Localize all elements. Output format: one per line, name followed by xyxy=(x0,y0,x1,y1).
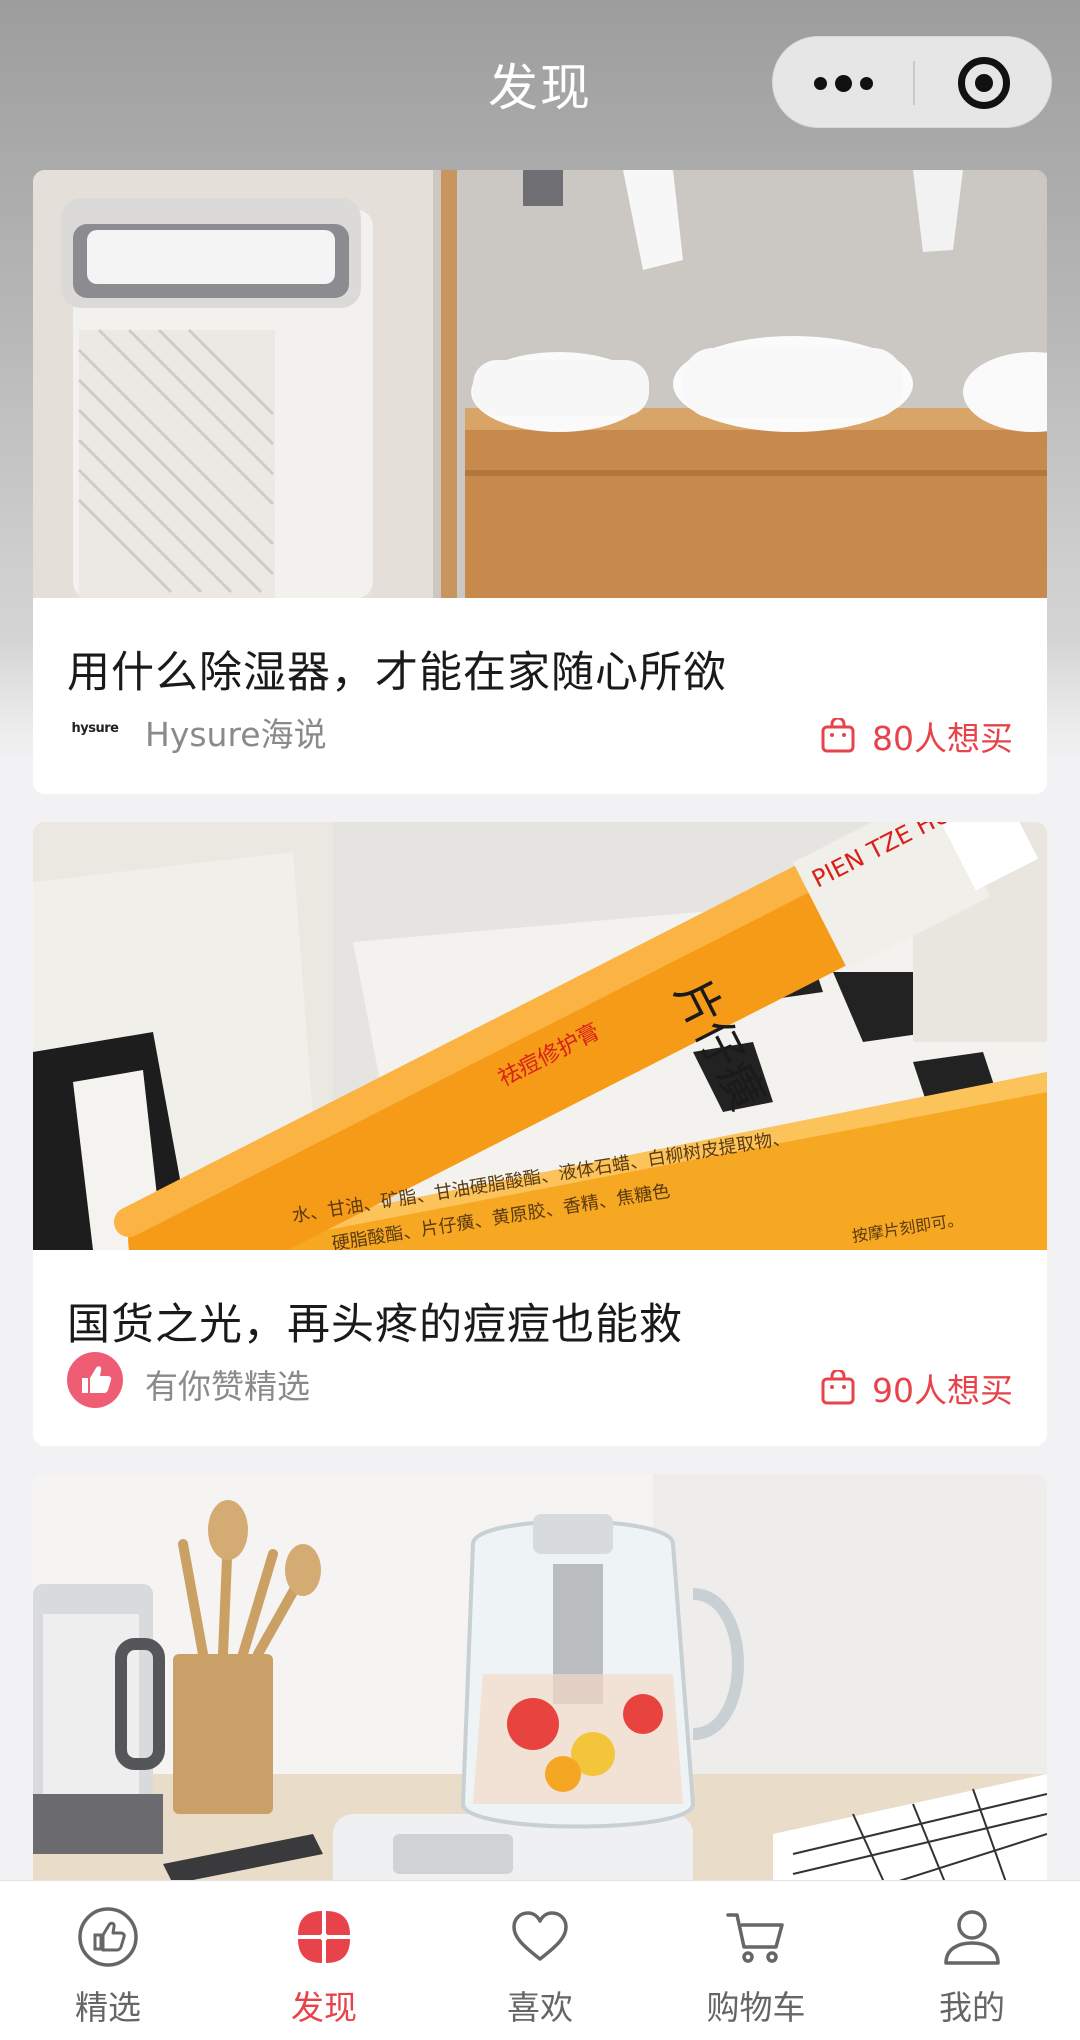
article-title: 用什么除湿器，才能在家随心所欲 xyxy=(67,648,727,698)
tab-label: 我的 xyxy=(939,1988,1005,2027)
brand-logo: hysure xyxy=(67,700,123,756)
tab-cart[interactable]: 购物车 xyxy=(648,1881,864,2040)
tab-discover[interactable]: 发现 xyxy=(216,1881,432,2040)
want-count: 90人想买 xyxy=(872,1371,1013,1410)
cart-icon xyxy=(726,1913,784,1963)
tab-label: 购物车 xyxy=(706,1988,806,2027)
article-card[interactable] xyxy=(33,1474,1047,1894)
ointment-image: 片仔癀 PIEN TZE HUANG 祛痘修护膏 水、甘油、矿脂、甘油硬脂酸酯、… xyxy=(33,822,1047,1250)
tab-label: 喜欢 xyxy=(507,1988,573,2027)
article-card[interactable]: 用什么除湿器，才能在家随心所欲 hysure Hysure海说 80人想买 xyxy=(33,170,1047,794)
more-menu-button[interactable] xyxy=(773,37,913,129)
tab-featured[interactable]: 精选 xyxy=(0,1881,216,2040)
tab-label: 发现 xyxy=(291,1988,357,2027)
close-miniprogram-button[interactable] xyxy=(915,37,1053,129)
brand-name[interactable]: Hysure海说 xyxy=(145,708,327,756)
dehumidifier-image xyxy=(33,170,1047,598)
user-icon xyxy=(944,1910,1000,1965)
target-circle-icon xyxy=(958,57,1010,109)
discover-page: 发现 用什么除湿器，才能在家随心所欲 hysure Hysure海说 80人想买… xyxy=(0,0,1080,2040)
discover-petals-icon xyxy=(298,1911,350,1963)
more-dots-icon-right xyxy=(859,76,873,90)
navigation-bar: 发现 xyxy=(0,0,1080,160)
shopping-bag-icon xyxy=(821,1370,855,1405)
tab-label: 精选 xyxy=(75,1988,141,2027)
want-to-buy: 80人想买 xyxy=(820,712,1013,760)
heart-icon xyxy=(512,1911,568,1961)
article-card[interactable]: 片仔癀 PIEN TZE HUANG 祛痘修护膏 水、甘油、矿脂、甘油硬脂酸酯、… xyxy=(33,822,1047,1446)
tab-profile[interactable]: 我的 xyxy=(864,1881,1080,2040)
more-dots-icon-center xyxy=(834,74,852,92)
thumbs-up-icon xyxy=(78,1907,138,1967)
article-image[interactable]: 片仔癀 PIEN TZE HUANG 祛痘修护膏 水、甘油、矿脂、甘油硬脂酸酯、… xyxy=(33,822,1047,1250)
article-image[interactable] xyxy=(33,170,1047,598)
bottom-tab-bar: 精选 发现 喜欢 购物车 我的 xyxy=(0,1880,1080,2040)
want-count: 80人想买 xyxy=(872,719,1013,758)
tab-likes[interactable]: 喜欢 xyxy=(432,1881,648,2040)
shopping-bag-icon xyxy=(821,718,855,753)
article-title: 国货之光，再头疼的痘痘也能救 xyxy=(67,1300,683,1350)
miniprogram-capsule xyxy=(772,36,1052,128)
kitchen-image xyxy=(33,1474,1047,1894)
article-image[interactable] xyxy=(33,1474,1047,1894)
brand-logo-thumbs-up-icon xyxy=(67,1352,123,1408)
more-dots-icon xyxy=(813,76,827,90)
brand-name[interactable]: 有你赞精选 xyxy=(145,1360,310,1408)
brand-logo-text: hysure xyxy=(71,720,119,736)
want-to-buy: 90人想买 xyxy=(820,1364,1013,1412)
